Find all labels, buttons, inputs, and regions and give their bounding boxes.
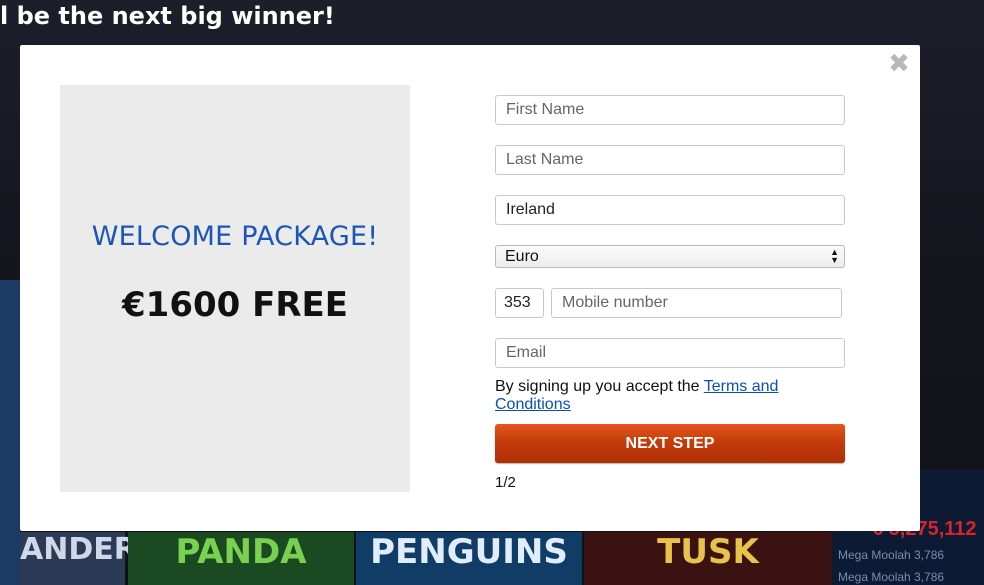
first-name-input[interactable] xyxy=(495,95,845,125)
welcome-promo-panel: WELCOME PACKAGE! €1600 FREE xyxy=(60,85,410,492)
currency-selected-value: Euro xyxy=(505,248,539,265)
close-icon[interactable]: ✖ xyxy=(888,51,910,77)
terms-prefix: By signing up you accept the xyxy=(495,378,704,395)
background-game-tile[interactable]: PENGUINS xyxy=(356,532,582,585)
background-game-tile[interactable]: PANDA xyxy=(128,532,354,585)
background-headline: l be the next big winner! xyxy=(0,2,335,30)
email-input[interactable] xyxy=(495,338,845,368)
background-jackpot-row: Mega Moolah 3,786 xyxy=(838,548,945,562)
currency-select[interactable]: Euro ▲ ▼ xyxy=(495,245,845,268)
last-name-input[interactable] xyxy=(495,145,845,175)
terms-notice: By signing up you accept the Terms and C… xyxy=(495,378,845,414)
country-input[interactable] xyxy=(495,195,845,225)
mobile-number-input[interactable] xyxy=(551,288,842,318)
next-step-button[interactable]: NEXT STEP xyxy=(495,424,845,463)
select-arrows-icon: ▲ ▼ xyxy=(830,247,839,265)
phone-code-input[interactable] xyxy=(495,288,544,318)
background-game-tile[interactable]: TUSK xyxy=(584,532,832,585)
background-game-tile[interactable]: ANDER xyxy=(20,532,137,585)
promo-amount: €1600 FREE xyxy=(122,285,348,325)
promo-title: WELCOME PACKAGE! xyxy=(91,221,379,252)
background-jackpot-row: Mega Moolah 3,786 xyxy=(838,570,945,584)
background-left-panel xyxy=(0,280,20,585)
step-indicator: 1/2 xyxy=(495,474,516,491)
